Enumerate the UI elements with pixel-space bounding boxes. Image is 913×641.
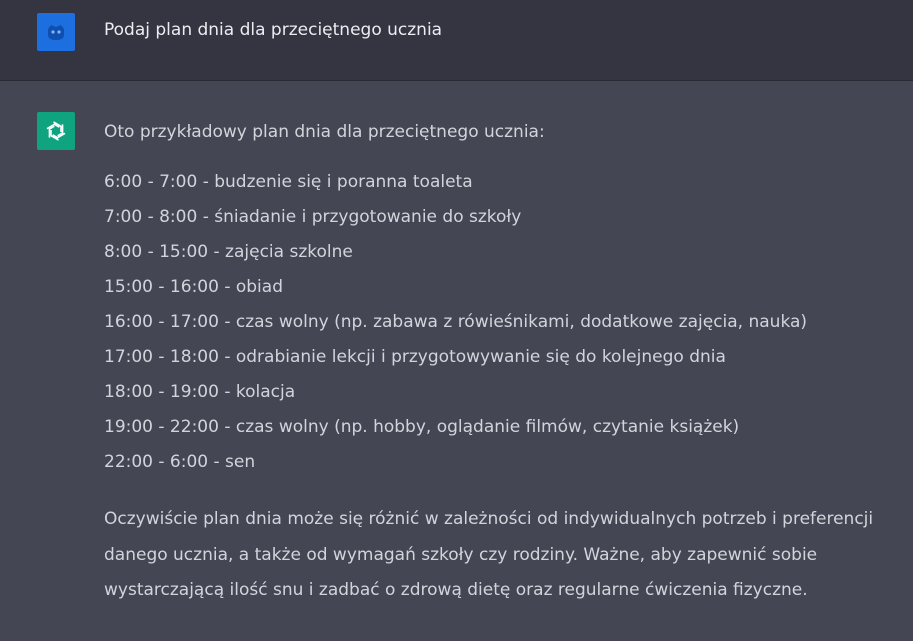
user-avatar-icon: [48, 25, 64, 40]
user-message-text: Podaj plan dnia dla przeciętnego ucznia: [104, 20, 443, 40]
assistant-message-row: Oto przykładowy plan dnia dla przeciętne…: [0, 81, 913, 641]
user-avatar: [37, 13, 75, 51]
assistant-avatar: [37, 112, 75, 150]
schedule-item: 16:00 - 17:00 - czas wolny (np. zabawa z…: [104, 312, 808, 332]
assistant-outro: Oczywiście plan dnia może się różnić w z…: [104, 509, 874, 600]
assistant-intro: Oto przykładowy plan dnia dla przeciętne…: [104, 122, 545, 142]
schedule-item: 8:00 - 15:00 - zajęcia szkolne: [104, 242, 353, 262]
schedule-item: 19:00 - 22:00 - czas wolny (np. hobby, o…: [104, 417, 740, 437]
assistant-message-content: Oto przykładowy plan dnia dla przeciętne…: [104, 119, 904, 609]
schedule-item: 17:00 - 18:00 - odrabianie lekcji i przy…: [104, 347, 726, 367]
user-message-row: Podaj plan dnia dla przeciętnego ucznia: [0, 0, 913, 81]
schedule-item: 6:00 - 7:00 - budzenie się i poranna toa…: [104, 172, 473, 192]
schedule-list: 6:00 - 7:00 - budzenie się i poranna toa…: [104, 165, 904, 480]
schedule-item: 15:00 - 16:00 - obiad: [104, 277, 283, 297]
schedule-item: 7:00 - 8:00 - śniadanie i przygotowanie …: [104, 207, 522, 227]
schedule-item: 18:00 - 19:00 - kolacja: [104, 382, 296, 402]
schedule-item: 22:00 - 6:00 - sen: [104, 452, 256, 472]
openai-logo-icon: [46, 121, 66, 141]
